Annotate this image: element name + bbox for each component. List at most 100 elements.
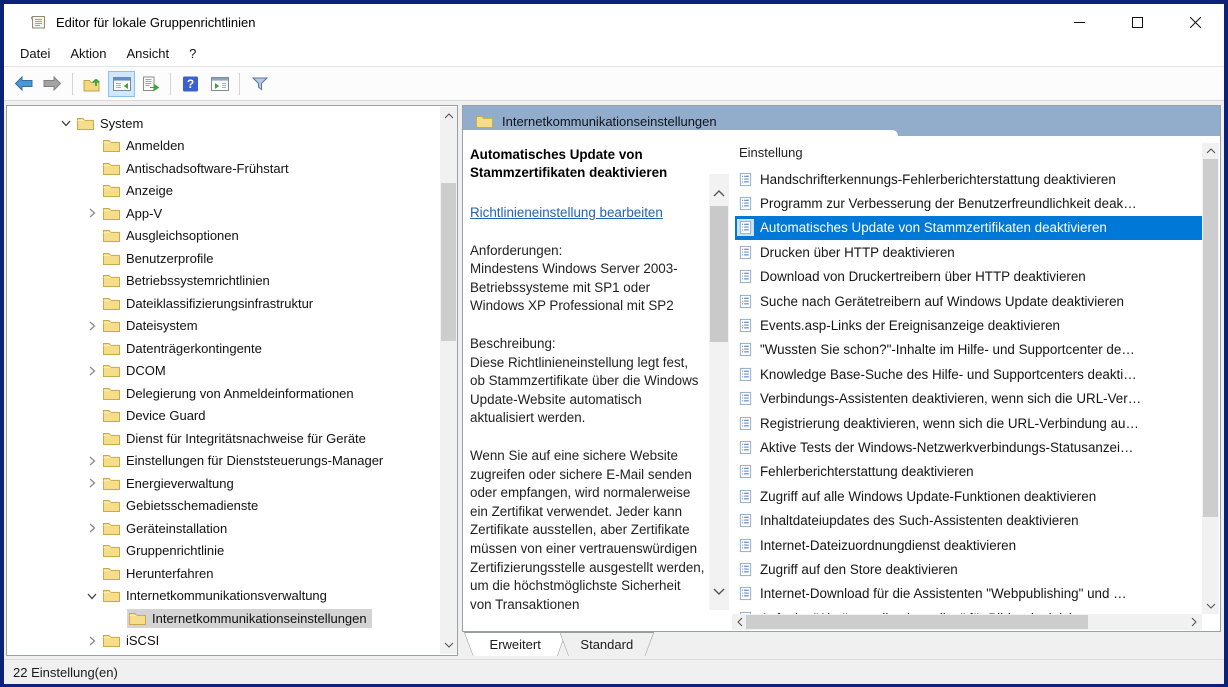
chevron-icon[interactable] bbox=[85, 587, 99, 605]
chevron-icon[interactable] bbox=[59, 114, 73, 132]
chevron-icon[interactable] bbox=[83, 341, 101, 355]
tree-item[interactable]: Datenträgerkontingente bbox=[7, 337, 439, 360]
edit-policy-link[interactable]: Richtlinieneinstellung bearbeiten bbox=[470, 205, 663, 220]
settings-list-item[interactable]: Fehlerberichterstattung deaktivieren bbox=[735, 460, 1209, 484]
description-scrollbar[interactable] bbox=[709, 174, 729, 610]
close-button[interactable] bbox=[1166, 4, 1224, 40]
help-icon[interactable]: ? bbox=[177, 71, 204, 97]
chevron-icon[interactable] bbox=[83, 409, 101, 423]
scroll-down-icon[interactable] bbox=[709, 584, 729, 598]
up-one-level-icon[interactable] bbox=[79, 71, 106, 97]
scroll-up-icon[interactable] bbox=[1202, 145, 1219, 157]
tree-item[interactable]: Gruppenrichtlinie bbox=[7, 540, 439, 563]
chevron-icon[interactable] bbox=[83, 386, 101, 400]
settings-list-item[interactable]: Inhaltdateiupdates des Such-Assistenten … bbox=[735, 508, 1209, 532]
chevron-icon[interactable] bbox=[83, 184, 101, 198]
tree-item[interactable]: Dienst für Integritätsnachweise für Gerä… bbox=[7, 427, 439, 450]
chevron-icon[interactable] bbox=[83, 454, 101, 468]
tree-item[interactable]: Betriebssystemrichtlinien bbox=[7, 270, 439, 293]
tree-scrollbar-thumb[interactable] bbox=[441, 183, 456, 341]
tree-item[interactable]: Delegierung von Anmeldeinformationen bbox=[7, 382, 439, 405]
settings-list-item[interactable]: Verbindungs-Assistenten deaktivieren, we… bbox=[735, 387, 1209, 411]
scroll-down-icon[interactable] bbox=[1202, 600, 1219, 612]
tab-standard[interactable]: Standard bbox=[559, 632, 654, 656]
list-column-header[interactable]: Einstellung bbox=[739, 145, 803, 160]
chevron-icon[interactable] bbox=[83, 499, 101, 513]
tree-item[interactable]: Device Guard bbox=[7, 405, 439, 428]
chevron-icon[interactable] bbox=[83, 521, 101, 535]
tree-item[interactable]: Anzeige bbox=[7, 180, 439, 203]
settings-list-item[interactable]: Knowledge Base-Suche des Hilfe- und Supp… bbox=[735, 362, 1209, 386]
tree-item[interactable]: iSCSI bbox=[7, 630, 439, 653]
settings-list-item[interactable]: Registrierung deaktivieren, wenn sich di… bbox=[735, 411, 1209, 435]
tree-item[interactable]: Dateisystem bbox=[7, 315, 439, 338]
settings-list-item[interactable]: Internet-Download für die Assistenten "W… bbox=[735, 582, 1209, 606]
settings-list-item[interactable]: Download von Druckertreibern über HTTP d… bbox=[735, 265, 1209, 289]
tree-item[interactable]: Gebietsschemadienste bbox=[7, 495, 439, 518]
show-console-tree-icon[interactable] bbox=[108, 71, 135, 97]
menu-item-ansicht[interactable]: Ansicht bbox=[117, 42, 180, 65]
settings-list-item[interactable]: Zugriff auf den Store deaktivieren bbox=[735, 557, 1209, 581]
scroll-up-icon[interactable] bbox=[709, 186, 729, 200]
tree-item[interactable]: Dateiklassifizierungsinfrastruktur bbox=[7, 292, 439, 315]
chevron-icon[interactable] bbox=[83, 274, 101, 288]
chevron-icon[interactable] bbox=[83, 431, 101, 445]
chevron-icon[interactable] bbox=[83, 319, 101, 333]
export-list-icon[interactable] bbox=[137, 71, 164, 97]
chevron-icon[interactable] bbox=[83, 139, 101, 153]
settings-list-item[interactable]: Zugriff auf alle Windows Update-Funktion… bbox=[735, 484, 1209, 508]
chevron-icon[interactable] bbox=[83, 206, 101, 220]
forward-icon[interactable] bbox=[39, 71, 66, 97]
chevron-icon[interactable] bbox=[83, 544, 101, 558]
chevron-icon[interactable] bbox=[83, 161, 101, 175]
settings-list-item[interactable]: Events.asp-Links der Ereignisanzeige dea… bbox=[735, 313, 1209, 337]
tree-item[interactable]: Geräteinstallation bbox=[7, 517, 439, 540]
back-icon[interactable] bbox=[10, 71, 37, 97]
chevron-icon[interactable] bbox=[109, 611, 127, 625]
tree-item[interactable]: Antischadsoftware-Frühstart bbox=[7, 157, 439, 180]
filter-icon[interactable] bbox=[246, 71, 273, 97]
tree-item[interactable]: Anmelden bbox=[7, 135, 439, 158]
menu-item-datei[interactable]: Datei bbox=[10, 42, 60, 65]
description-scrollbar-thumb[interactable] bbox=[710, 206, 728, 342]
tree-item[interactable]: Herunterfahren bbox=[7, 562, 439, 585]
tree-item[interactable]: Ausgleichsoptionen bbox=[7, 225, 439, 248]
list-vertical-scrollbar[interactable] bbox=[1202, 143, 1219, 614]
settings-list-item[interactable]: Drucken über HTTP deaktivieren bbox=[735, 240, 1209, 264]
tree-item[interactable]: Internetkommunikationsverwaltung bbox=[7, 585, 439, 608]
chevron-icon[interactable] bbox=[83, 251, 101, 265]
tree-item[interactable]: Einstellungen für Dienststeuerungs-Manag… bbox=[7, 450, 439, 473]
tree-item[interactable]: Energieverwaltung bbox=[7, 472, 439, 495]
chevron-icon[interactable] bbox=[83, 296, 101, 310]
list-scrollbar-thumb[interactable] bbox=[1203, 159, 1218, 517]
chevron-icon[interactable] bbox=[83, 634, 101, 648]
maximize-button[interactable] bbox=[1108, 4, 1166, 40]
chevron-icon[interactable] bbox=[83, 229, 101, 243]
scroll-down-icon[interactable] bbox=[440, 638, 457, 652]
tree-item[interactable]: Benutzerprofile bbox=[7, 247, 439, 270]
scroll-left-icon[interactable] bbox=[734, 614, 746, 630]
settings-list-item[interactable]: Internet-Dateizuordnungdienst deaktivier… bbox=[735, 533, 1209, 557]
list-horizontal-scrollbar[interactable] bbox=[732, 614, 1202, 630]
tree-item[interactable]: DCOM bbox=[7, 360, 439, 383]
tree-scrollbar[interactable] bbox=[440, 107, 457, 654]
minimize-button[interactable] bbox=[1050, 4, 1108, 40]
tab-erweitert[interactable]: Erweitert bbox=[464, 632, 566, 656]
tree-item[interactable]: App-V bbox=[7, 202, 439, 225]
chevron-icon[interactable] bbox=[83, 364, 101, 378]
tree-item[interactable]: Internetkommunikationseinstellungen bbox=[7, 607, 439, 630]
settings-list-item[interactable]: Aktive Tests der Windows-Netzwerkverbind… bbox=[735, 435, 1209, 459]
settings-list-item[interactable]: Handschrifterkennungs-Fehlerberichtersta… bbox=[735, 167, 1209, 191]
settings-list-item[interactable]: "Wussten Sie schon?"-Inhalte im Hilfe- u… bbox=[735, 338, 1209, 362]
chevron-icon[interactable] bbox=[83, 566, 101, 580]
settings-list-item[interactable]: Automatisches Update von Stammzertifikat… bbox=[735, 216, 1209, 240]
menu-item-?[interactable]: ? bbox=[179, 42, 206, 65]
chevron-icon[interactable] bbox=[83, 476, 101, 490]
settings-list-item[interactable]: Programm zur Verbesserung der Benutzerfr… bbox=[735, 191, 1209, 215]
show-action-pane-icon[interactable] bbox=[206, 71, 233, 97]
tree-item[interactable]: System bbox=[7, 112, 439, 135]
settings-list-item[interactable]: Suche nach Gerätetreibern auf Windows Up… bbox=[735, 289, 1209, 313]
horizontal-scrollbar-thumb[interactable] bbox=[746, 615, 1088, 629]
menu-item-aktion[interactable]: Aktion bbox=[60, 42, 116, 65]
scroll-up-icon[interactable] bbox=[440, 109, 457, 123]
